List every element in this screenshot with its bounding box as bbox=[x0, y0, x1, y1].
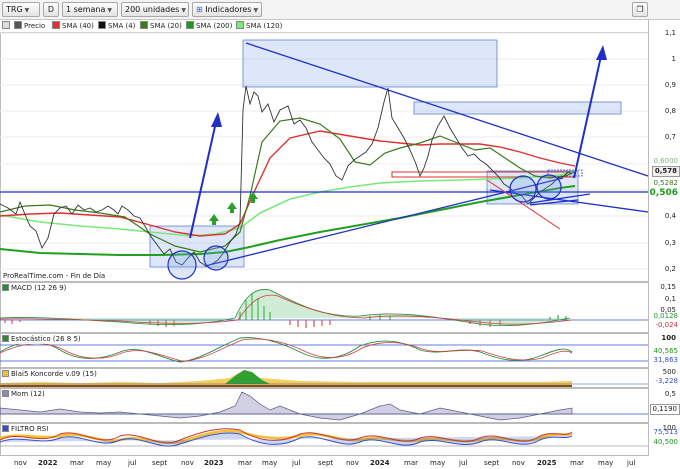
price-tag-sma20: 0,5282 bbox=[653, 179, 679, 187]
koncorde-swatch bbox=[2, 370, 9, 377]
koncorde-name: Blai5 Koncorde v.09 (15) bbox=[11, 370, 97, 378]
price-tick: 0,4 bbox=[664, 212, 676, 220]
koncorde-label[interactable]: Blai5 Koncorde v.09 (15) bbox=[2, 369, 97, 379]
time-tick: nov bbox=[346, 459, 359, 467]
momentum-swatch bbox=[2, 390, 9, 397]
rsi-tag: 75,513 bbox=[653, 428, 679, 436]
time-tick: jul bbox=[627, 459, 636, 467]
time-tick: jul bbox=[128, 459, 137, 467]
resistance-zone-upper bbox=[242, 39, 498, 88]
price-tick: 0,9 bbox=[664, 81, 676, 89]
time-tick: mar bbox=[238, 459, 252, 467]
time-tick: jul bbox=[292, 459, 301, 467]
time-tick: may bbox=[598, 459, 614, 467]
rsi-swatch bbox=[2, 425, 9, 432]
stochastic-tick: 100 bbox=[661, 334, 676, 342]
price-tick: 0,3 bbox=[664, 239, 676, 247]
price-tag-last: 0,578 bbox=[651, 166, 680, 177]
stochastic-label[interactable]: Estocástico (26 8 5) bbox=[2, 334, 81, 344]
macd-tag: -0,024 bbox=[655, 321, 678, 329]
stochastic-tag: 40,565 bbox=[653, 347, 679, 355]
price-tick: 0,2 bbox=[664, 265, 676, 273]
price-tag-sma120: 0,6000 bbox=[653, 157, 679, 165]
macd-name: MACD (12 26 9) bbox=[11, 284, 67, 292]
chart-canvas[interactable] bbox=[0, 0, 680, 469]
time-tick: nov bbox=[14, 459, 27, 467]
macd-tick: 0,15 bbox=[660, 283, 676, 291]
rsi-tag: 40,500 bbox=[653, 438, 679, 446]
source-label: ProRealTime.com - Fin de Día bbox=[3, 272, 106, 280]
koncorde-tag: -3,228 bbox=[655, 377, 678, 385]
momentum-panel bbox=[0, 391, 648, 421]
stochastic-panel bbox=[0, 337, 648, 363]
time-tick: may bbox=[96, 459, 112, 467]
macd-tick: 0,1 bbox=[664, 295, 676, 303]
price-tick: 0,8 bbox=[664, 107, 676, 115]
stochastic-swatch bbox=[2, 335, 9, 342]
price-tick: 1 bbox=[671, 55, 676, 63]
macd-label[interactable]: MACD (12 26 9) bbox=[2, 283, 67, 293]
time-tick-year: 2022 bbox=[38, 459, 58, 467]
stochastic-tag: 31,863 bbox=[653, 356, 679, 364]
time-tick: may bbox=[262, 459, 278, 467]
time-tick: nov bbox=[512, 459, 525, 467]
accumulation-zone-2022 bbox=[149, 225, 245, 268]
time-tick: jul bbox=[459, 459, 468, 467]
time-tick-year: 2025 bbox=[537, 459, 557, 467]
time-tick: sept bbox=[318, 459, 334, 467]
rsi-filter-name: FILTRO RSI bbox=[11, 425, 49, 433]
koncorde-tick: 500 bbox=[662, 368, 676, 376]
price-tick: 0,7 bbox=[664, 133, 676, 141]
macd-panel bbox=[0, 289, 648, 328]
time-tick: mar bbox=[404, 459, 418, 467]
macd-tag: 0,0128 bbox=[653, 312, 679, 320]
time-tick: mar bbox=[570, 459, 584, 467]
momentum-name: Mom (12) bbox=[11, 390, 45, 398]
price-tick: 1,1 bbox=[664, 29, 676, 37]
time-tick-year: 2024 bbox=[370, 459, 390, 467]
stochastic-name: Estocástico (26 8 5) bbox=[11, 335, 81, 343]
time-tick: mar bbox=[70, 459, 84, 467]
time-tick: sept bbox=[484, 459, 500, 467]
rsi-filter-label[interactable]: FILTRO RSI bbox=[2, 424, 49, 434]
time-tick: sept bbox=[152, 459, 168, 467]
price-tag-sma200: 0,506 bbox=[649, 188, 678, 198]
koncorde-panel bbox=[0, 370, 648, 387]
time-tick-year: 2023 bbox=[204, 459, 224, 467]
rsi-filter-panel bbox=[0, 428, 648, 447]
momentum-label[interactable]: Mom (12) bbox=[2, 389, 45, 399]
time-tick: nov bbox=[181, 459, 194, 467]
time-tick: may bbox=[430, 459, 446, 467]
momentum-tick: 0,5 bbox=[664, 390, 676, 398]
momentum-tag: 0,1190 bbox=[649, 404, 680, 415]
macd-swatch bbox=[2, 284, 9, 291]
